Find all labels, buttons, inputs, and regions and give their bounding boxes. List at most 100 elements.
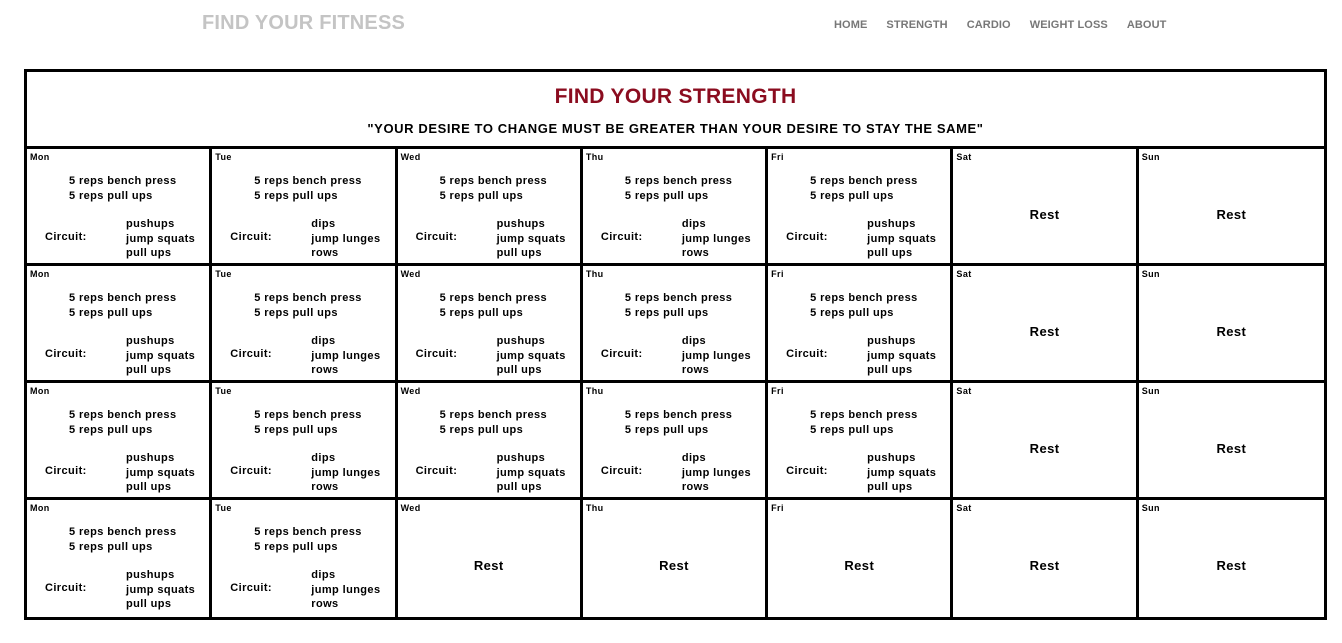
circuit-exercise: pushups [126, 452, 175, 464]
day-cell: Sat Rest [953, 149, 1139, 266]
circuit-exercise: pull ups [126, 598, 172, 610]
circuit-exercise: jump lunges [681, 349, 752, 362]
circuit-exercises: pushups jump squats pull ups [126, 451, 195, 495]
circuit-label: Circuit: [230, 582, 272, 594]
site-logo[interactable]: FIND YOUR FITNESS [202, 12, 405, 35]
day-label: Tue [215, 386, 232, 396]
circuit-exercise: jump lunges [311, 349, 381, 362]
exercise-line: 5 reps bench press [624, 292, 733, 304]
circuit-exercise: jump squats [496, 349, 566, 362]
rest-label: Rest [844, 558, 875, 573]
day-label: Sun [1141, 386, 1160, 396]
circuit-exercises: pushups jump squats pull ups [867, 334, 936, 378]
exercise-line: 5 reps pull ups [624, 423, 709, 436]
day-label: Thu [585, 386, 604, 396]
exercise-line: 5 reps pull ups [69, 306, 153, 319]
day-label: Mon [30, 152, 50, 162]
main-exercises: 5 reps bench press 5 reps pull ups [254, 408, 361, 437]
circuit-label: Circuit: [415, 231, 458, 243]
circuit-exercises: dips jump lunges rows [682, 451, 751, 495]
circuit-exercise: dips [311, 218, 336, 230]
day-cell: Wed Rest [398, 500, 583, 617]
circuit-exercise: jump squats [126, 232, 196, 245]
nav-weight-loss[interactable]: WEIGHT LOSS [1030, 19, 1108, 31]
day-label: Wed [400, 269, 421, 279]
exercise-line: 5 reps pull ups [810, 306, 894, 319]
circuit-exercises: pushups jump squats pull ups [126, 217, 195, 261]
circuit-exercise: dips [311, 335, 336, 347]
circuit-label: Circuit: [45, 465, 87, 477]
circuit-exercise: jump squats [126, 349, 196, 362]
circuit-exercises: dips jump lunges rows [311, 568, 380, 612]
day-cell: Thu 5 reps bench press 5 reps pull ups Circ… [582, 383, 769, 500]
exercise-line: 5 reps bench press [810, 175, 918, 187]
day-label: Tue [215, 152, 232, 162]
day-cell: Wed 5 reps bench press 5 reps pull ups Circ… [397, 383, 583, 500]
nav-home[interactable]: HOME [834, 19, 867, 31]
exercise-line: 5 reps pull ups [439, 189, 524, 202]
exercise-line: 5 reps pull ups [624, 189, 709, 202]
circuit-exercise: jump squats [867, 349, 937, 362]
circuit-exercises: pushups jump squats pull ups [867, 217, 936, 261]
circuit-exercise: dips [311, 569, 336, 581]
circuit-exercise: pushups [496, 335, 546, 347]
day-cell: Mon 5 reps bench press 5 reps pull ups Circ… [27, 266, 213, 383]
circuit-exercises: pushups jump squats pull ups [867, 451, 936, 495]
main-exercises: 5 reps bench press 5 reps pull ups [254, 291, 361, 320]
exercise-line: 5 reps pull ups [439, 306, 524, 319]
circuit-exercise: jump squats [867, 232, 937, 245]
circuit-exercise: jump lunges [311, 466, 381, 479]
nav-strength[interactable]: STRENGTH [886, 19, 947, 31]
day-label: Wed [400, 503, 421, 513]
main-exercises: 5 reps bench press 5 reps pull ups [625, 174, 732, 203]
day-label: Mon [30, 503, 50, 513]
circuit-exercise: pull ups [126, 364, 172, 376]
exercise-line: 5 reps bench press [254, 409, 362, 421]
exercise-line: 5 reps pull ups [254, 189, 338, 202]
circuit-exercise: dips [311, 452, 336, 464]
nav-about[interactable]: ABOUT [1127, 19, 1167, 31]
day-cell: Thu Rest [583, 500, 769, 617]
circuit-exercise: pushups [867, 335, 916, 347]
day-label: Thu [585, 152, 604, 162]
exercise-line: 5 reps bench press [69, 292, 177, 304]
circuit-exercise: jump squats [126, 466, 196, 479]
rest-label: Rest [1029, 558, 1060, 573]
circuit-exercises: pushups jump squats pull ups [126, 334, 195, 378]
exercise-line: 5 reps pull ups [810, 189, 894, 202]
day-cell: Tue 5 reps bench press 5 reps pull ups Circ… [212, 500, 398, 617]
exercise-line: 5 reps bench press [810, 409, 918, 421]
circuit-label: Circuit: [786, 465, 828, 477]
circuit-label: Circuit: [600, 348, 643, 360]
circuit-exercise: pushups [126, 569, 175, 581]
day-cell: Fri Rest [768, 500, 954, 617]
circuit-exercise: pull ups [126, 481, 172, 493]
main-exercises: 5 reps bench press 5 reps pull ups [254, 174, 361, 203]
exercise-line: 5 reps bench press [69, 526, 177, 538]
circuit-exercises: dips jump lunges rows [682, 334, 751, 378]
circuit-exercise: jump lunges [311, 583, 381, 596]
day-label: Mon [30, 386, 50, 396]
main-exercises: 5 reps bench press 5 reps pull ups [625, 291, 732, 320]
circuit-exercise: pull ups [867, 364, 913, 376]
motivational-quote: "YOUR DESIRE TO CHANGE MUST BE GREATER T… [367, 121, 984, 136]
circuit-exercise: jump lunges [681, 466, 752, 479]
day-cell: Wed 5 reps bench press 5 reps pull ups Circ… [397, 266, 583, 383]
circuit-label: Circuit: [786, 348, 828, 360]
day-cell: Tue 5 reps bench press 5 reps pull ups Circ… [212, 149, 398, 266]
day-label: Fri [771, 152, 784, 162]
circuit-exercise: pull ups [496, 481, 542, 493]
nav-cardio[interactable]: CARDIO [967, 19, 1011, 31]
circuit-exercise: pull ups [867, 247, 913, 259]
day-label: Sun [1141, 269, 1160, 279]
day-label: Fri [771, 386, 784, 396]
day-cell: Sat Rest [953, 383, 1139, 500]
day-cell: Tue 5 reps bench press 5 reps pull ups Circ… [212, 383, 398, 500]
day-cell: Sun Rest [1138, 149, 1324, 266]
exercise-line: 5 reps bench press [810, 292, 918, 304]
day-label: Sat [956, 152, 972, 162]
circuit-exercises: pushups jump squats pull ups [126, 568, 195, 612]
rest-label: Rest [1216, 207, 1247, 222]
circuit-exercises: pushups jump squats pull ups [497, 451, 566, 495]
exercise-line: 5 reps bench press [624, 409, 733, 421]
